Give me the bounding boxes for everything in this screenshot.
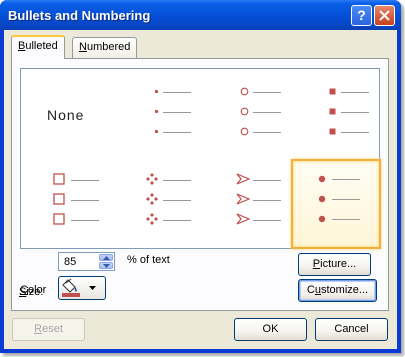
arrowhead-icon <box>236 193 250 205</box>
bullet-style-arrowhead[interactable] <box>201 159 291 249</box>
dialog-title: Bullets and Numbering <box>8 8 151 23</box>
cancel-button[interactable]: Cancel <box>315 318 388 341</box>
help-button[interactable]: ? <box>351 5 372 26</box>
bullets-and-numbering-dialog: Bullets and Numbering ? Bulleted Numbere… <box>0 0 401 353</box>
dialog-client-area: Bulleted Numbered None Size: 85 % of tex… <box>4 30 397 349</box>
title-bar: Bullets and Numbering ? <box>0 0 401 30</box>
bullet-style-hollow-circle[interactable] <box>201 69 291 159</box>
customize-label: stomize... <box>321 284 369 296</box>
four-diamond-icon <box>146 173 158 185</box>
size-down-button[interactable] <box>99 262 113 269</box>
hollow-circle-icon <box>240 107 249 116</box>
hollow-circle-icon <box>240 127 249 136</box>
bullet-style-filled-circle[interactable] <box>291 159 381 249</box>
reset-button[interactable]: Reset <box>12 318 85 341</box>
small-dot-icon <box>154 129 159 134</box>
color-label-mnemonic: C <box>20 284 28 296</box>
bullet-style-four-diamond[interactable] <box>111 159 201 249</box>
four-diamond-icon <box>146 193 158 205</box>
size-unit-label: % of text <box>127 254 170 266</box>
filled-square-icon <box>329 88 336 95</box>
ok-button[interactable]: OK <box>234 318 307 341</box>
reset-mnemonic: R <box>34 323 43 335</box>
bullet-gallery: None <box>20 68 381 249</box>
close-icon <box>379 10 390 21</box>
bullet-style-none[interactable]: None <box>21 69 111 159</box>
hollow-square-icon <box>53 193 65 205</box>
none-label: None <box>47 107 85 123</box>
small-dot-icon <box>154 89 159 94</box>
hollow-square-icon <box>53 173 65 185</box>
customize-button[interactable]: Customize... <box>298 279 377 302</box>
arrowhead-icon <box>236 173 250 185</box>
filled-circle-icon <box>318 215 326 223</box>
paint-bucket-icon <box>62 278 96 297</box>
chevron-down-icon <box>103 264 110 268</box>
close-button[interactable] <box>374 5 395 26</box>
bullet-style-small-dot[interactable] <box>111 69 201 159</box>
tab-bulleted[interactable]: Bulleted <box>11 35 65 59</box>
picture-button[interactable]: Picture... <box>298 253 371 276</box>
size-spinner[interactable]: 85 <box>58 252 115 271</box>
chevron-up-icon <box>103 256 110 260</box>
filled-square-icon <box>329 108 336 115</box>
four-diamond-icon <box>146 213 158 225</box>
arrowhead-icon <box>236 213 250 225</box>
color-label: Color <box>20 284 46 296</box>
filled-circle-icon <box>318 175 326 183</box>
reset-label: eset <box>42 323 63 335</box>
small-dot-icon <box>154 109 159 114</box>
tab-numbered-mnemonic: N <box>79 41 87 53</box>
filled-square-icon <box>329 128 336 135</box>
customize-label-pre: C <box>306 284 315 296</box>
tab-numbered[interactable]: Numbered <box>72 37 138 58</box>
size-up-button[interactable] <box>99 254 113 261</box>
bullet-style-filled-square[interactable] <box>291 69 381 159</box>
tab-bulleted-label: ulleted <box>25 40 58 52</box>
hollow-circle-icon <box>240 87 249 96</box>
tab-numbered-label: umbered <box>86 41 131 53</box>
color-picker-button[interactable] <box>58 276 106 300</box>
size-spinner-arrows <box>99 254 113 269</box>
size-value: 85 <box>64 256 77 268</box>
picture-label: icture... <box>320 258 357 270</box>
bullet-style-hollow-square[interactable] <box>21 159 111 249</box>
hollow-square-icon <box>53 213 65 225</box>
color-label-text: olor <box>27 284 47 296</box>
filled-circle-icon <box>318 195 326 203</box>
